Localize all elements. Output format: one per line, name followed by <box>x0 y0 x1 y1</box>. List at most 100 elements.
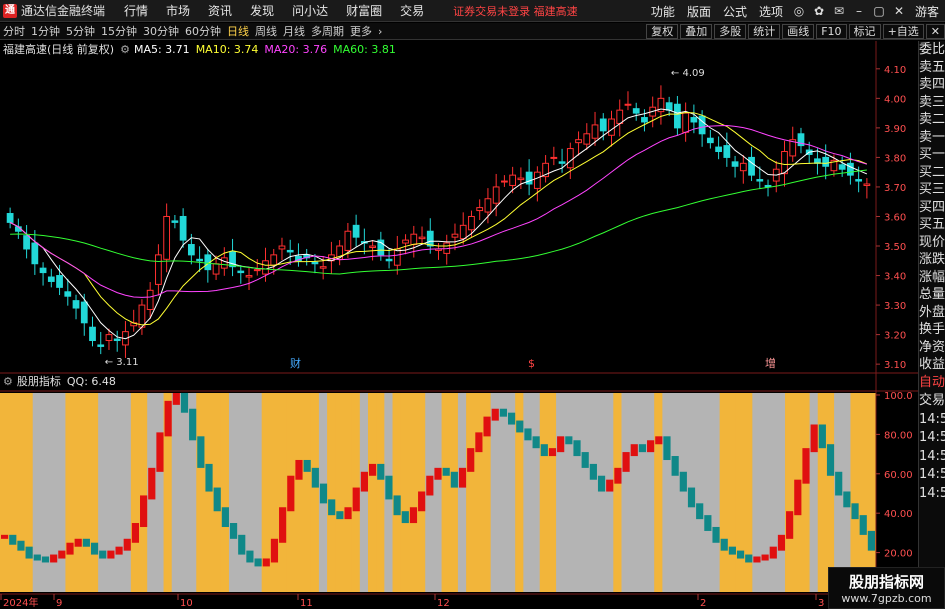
maximize-icon[interactable]: ▢ <box>871 4 887 18</box>
menu-item-layout[interactable]: 版面 <box>687 3 711 20</box>
side-panel-item[interactable]: 买四 <box>919 199 945 217</box>
menu-item-trade[interactable]: 交易 <box>400 2 424 19</box>
minimize-icon[interactable]: – <box>851 4 867 18</box>
menu-item-quotes[interactable]: 行情 <box>124 2 148 19</box>
side-panel-item[interactable]: 卖二 <box>919 111 945 129</box>
side-panel-item[interactable]: 委比 <box>919 41 945 59</box>
side-panel-item[interactable]: 卖三 <box>919 94 945 112</box>
side-panel-item[interactable]: 涨幅 <box>919 269 945 287</box>
period-tab-daily[interactable]: 日线 <box>227 23 249 39</box>
indicator-band <box>114 393 124 592</box>
menu-item-formula[interactable]: 公式 <box>723 3 747 20</box>
candle-body <box>138 304 146 328</box>
side-panel-item[interactable]: 14:56 <box>919 448 945 467</box>
indicator-band <box>654 393 663 592</box>
menu-item-ask[interactable]: 问小达 <box>292 2 328 19</box>
period-tab-15min[interactable]: 15分钟 <box>101 23 137 39</box>
side-panel-item[interactable]: 买一 <box>919 146 945 164</box>
price-tick-label: 3.20 <box>884 331 906 342</box>
price-tick-label: 4.10 <box>884 65 906 76</box>
period-tab-60min[interactable]: 60分钟 <box>185 23 221 39</box>
side-panel-item[interactable]: 卖五 <box>919 59 945 77</box>
indicator-bar <box>442 467 450 476</box>
indicator-bar <box>140 495 148 528</box>
candle-body <box>89 326 96 342</box>
menu-item-options[interactable]: 选项 <box>759 3 783 20</box>
side-panel-item[interactable]: 净资 <box>919 339 945 357</box>
indicator-bar <box>597 475 606 492</box>
overlay-button[interactable]: 叠加 <box>680 24 713 39</box>
stats-button[interactable]: 统计 <box>748 24 781 39</box>
period-tab-5min[interactable]: 5分钟 <box>66 23 95 39</box>
candle-body <box>575 139 582 144</box>
indicator-band <box>646 393 655 592</box>
indicator-bar <box>213 487 221 512</box>
side-panel-item[interactable]: 买三 <box>919 181 945 199</box>
period-tab-weekly[interactable]: 周线 <box>255 23 277 39</box>
side-panel-item[interactable]: 买二 <box>919 164 945 182</box>
indicator-bar <box>279 507 287 543</box>
period-tab-more[interactable]: 更多 <box>350 23 372 39</box>
trade-login-alert[interactable]: 证券交易未登录 福建高速 <box>453 3 578 19</box>
side-panel-item[interactable]: 涨跌 <box>919 251 945 269</box>
side-panel-item[interactable]: 卖一 <box>919 129 945 147</box>
indicator-bar <box>704 515 712 531</box>
side-panel-item[interactable]: 自动 <box>919 374 945 393</box>
candle-body <box>385 258 393 262</box>
menu-item-wealth[interactable]: 财富圈 <box>346 2 382 19</box>
skin-icon[interactable]: ✿ <box>811 4 827 18</box>
indicator-bar <box>655 436 663 445</box>
period-tab-1min[interactable]: 1分钟 <box>31 23 60 39</box>
menu-item-news[interactable]: 资讯 <box>208 2 232 19</box>
candle-body <box>459 224 467 240</box>
message-icon[interactable]: ✉ <box>831 4 847 18</box>
candle-body <box>847 162 854 176</box>
mark-button[interactable]: 标记 <box>848 24 881 39</box>
period-tab-30min[interactable]: 30分钟 <box>143 23 179 39</box>
side-panel-item[interactable]: 14:56 <box>919 411 945 430</box>
menu-item-function[interactable]: 功能 <box>651 3 675 20</box>
side-panel-item[interactable]: 外盘 <box>919 304 945 322</box>
user-label[interactable]: 游客 <box>915 3 939 20</box>
period-tab-monthly[interactable]: 月线 <box>283 23 305 39</box>
draw-line-button[interactable]: 画线 <box>782 24 815 39</box>
side-panel-item[interactable]: 14:56 <box>919 429 945 448</box>
adjust-button[interactable]: 复权 <box>646 24 679 39</box>
f10-button[interactable]: F10 <box>816 24 847 39</box>
indicator-band <box>343 393 353 592</box>
candle-body <box>838 164 846 170</box>
chart-canvas[interactable]: 4.10 4.00 3.90 3.80 3.70 3.60 3.50 3.40 3.30 3.20… <box>0 41 918 609</box>
multi-stock-button[interactable]: 多股 <box>714 24 747 39</box>
candle-body <box>80 301 88 324</box>
period-tab-timeshare[interactable]: 分时 <box>3 23 25 39</box>
settings-icon[interactable]: ⚙ <box>3 375 13 388</box>
add-watchlist-button[interactable]: +自选 <box>882 24 924 39</box>
side-panel-item[interactable]: 换手 <box>919 321 945 339</box>
side-panel-item[interactable]: 14:56 <box>919 466 945 485</box>
menu-item-discover[interactable]: 发现 <box>250 2 274 19</box>
candle-body <box>682 112 690 133</box>
side-panel-item[interactable]: 卖四 <box>919 76 945 94</box>
side-panel-item[interactable]: 总量 <box>919 286 945 304</box>
indicator-band <box>171 393 181 592</box>
period-tab-multi[interactable]: 多周期 <box>311 23 344 39</box>
indicator-band <box>457 393 467 592</box>
headset-icon[interactable]: ◎ <box>791 4 807 18</box>
candle-body <box>616 109 624 124</box>
chevron-right-icon[interactable]: › <box>378 25 382 38</box>
close-panel-icon[interactable]: ✕ <box>925 24 945 39</box>
indicator-bar <box>810 424 818 453</box>
indicator-name: 股朋指标 <box>16 375 61 388</box>
side-panel-item[interactable]: 现价 <box>919 234 945 252</box>
indicator-band <box>785 393 794 592</box>
settings-icon[interactable]: ⚙ <box>120 43 130 56</box>
indicator-band <box>0 393 9 592</box>
side-panel-item[interactable]: 收益 <box>919 356 945 374</box>
side-panel-item[interactable]: 交易 <box>919 392 945 411</box>
side-panel-item[interactable]: 买五 <box>919 216 945 234</box>
side-panel-item[interactable]: 14:56 <box>919 485 945 504</box>
indicator-band <box>735 393 745 592</box>
menu-item-market[interactable]: 市场 <box>166 2 190 19</box>
indicator-bar <box>687 487 696 508</box>
close-icon[interactable]: ✕ <box>891 4 907 18</box>
